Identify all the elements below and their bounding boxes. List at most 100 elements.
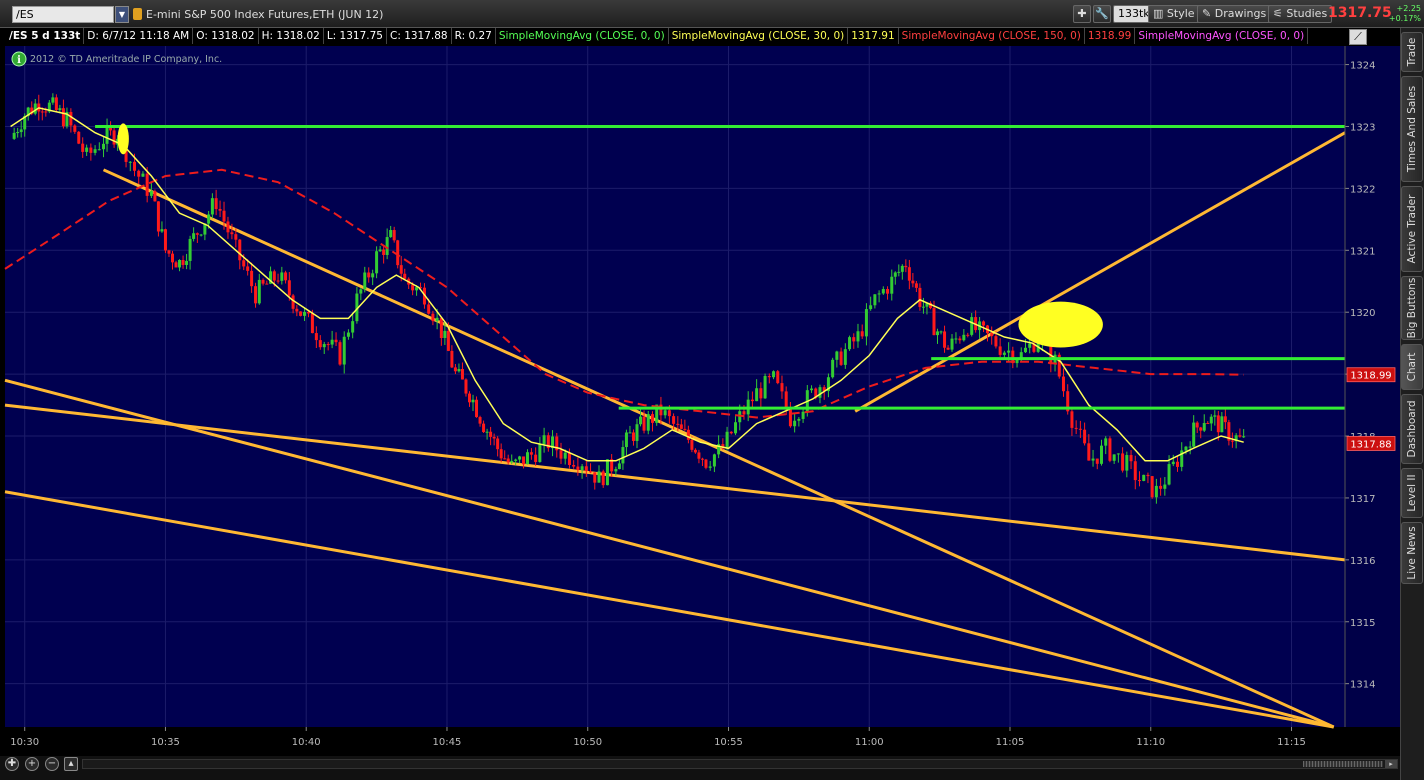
zoom-in-icon[interactable]: + — [25, 757, 39, 771]
candle-body — [614, 469, 618, 472]
drawings-button[interactable]: ✎ Drawings — [1197, 5, 1272, 23]
chart-scrollbar[interactable]: ▸ — [82, 759, 1398, 769]
candle-body — [382, 249, 386, 255]
trendline-tool-icon[interactable]: ⟋ — [1349, 29, 1367, 45]
candle-body — [693, 449, 697, 453]
candle-body — [1202, 423, 1206, 431]
scroll-right-icon[interactable]: ▸ — [1385, 760, 1397, 768]
candle-body — [1188, 446, 1192, 448]
candle-body — [1007, 350, 1011, 353]
candle-body — [663, 410, 667, 416]
candle-body — [97, 149, 101, 151]
candle-body — [226, 221, 230, 233]
candle-body — [272, 271, 276, 281]
candle-body — [375, 251, 379, 274]
candle-body — [242, 260, 246, 267]
highlight-ellipse — [117, 123, 129, 155]
tab-label: Times And Sales — [1406, 85, 1418, 173]
change-percent: +0.17% — [1388, 14, 1421, 23]
tab-times-and-sales[interactable]: Times And Sales — [1401, 76, 1423, 182]
candle-body — [218, 209, 222, 211]
candle-body — [1223, 416, 1227, 423]
candle-body — [839, 351, 843, 365]
y-tick-label: 1316 — [1350, 556, 1375, 567]
candle-body — [280, 272, 284, 281]
candle-body — [679, 424, 683, 429]
candle-body — [605, 459, 609, 486]
sma-study-3[interactable]: SimpleMovingAvg (CLOSE, 150, 0) — [899, 28, 1085, 44]
candle-body — [914, 283, 918, 288]
candle-body — [16, 132, 20, 134]
candle-body — [772, 371, 776, 378]
candle-body — [73, 125, 77, 132]
candle-body — [725, 431, 729, 449]
scroll-thumb[interactable] — [1303, 761, 1383, 767]
tab-live-news[interactable]: Live News — [1401, 522, 1423, 584]
candle-body — [617, 463, 621, 470]
aggregation-label[interactable]: /ES 5 d 133t — [6, 28, 85, 44]
candle-body — [195, 233, 199, 235]
sma-study-4[interactable]: SimpleMovingAvg (CLOSE, 0, 0) — [1135, 28, 1309, 44]
candle-body — [686, 429, 690, 440]
right-side-tabs: Trade Times And Sales Active Trader Big But… — [1400, 28, 1424, 780]
symbol-dropdown-icon[interactable]: ▼ — [115, 6, 129, 23]
candle-body — [174, 262, 178, 268]
pan-icon[interactable]: ✚ — [5, 757, 19, 771]
candle-body — [478, 417, 482, 424]
candle-body — [378, 249, 382, 252]
candle-body — [40, 111, 44, 113]
tab-dashboard[interactable]: Dashboard — [1401, 394, 1423, 464]
candle-body — [1142, 474, 1146, 481]
tab-big-buttons[interactable]: Big Buttons — [1401, 276, 1423, 340]
candle-body — [214, 198, 218, 210]
candle-body — [284, 272, 288, 281]
candle-body — [1176, 461, 1179, 467]
candle-body — [886, 289, 890, 294]
crosshair-icon[interactable]: ✚ — [1073, 5, 1091, 23]
candle-body — [534, 454, 538, 462]
candle-body — [1220, 416, 1224, 433]
studies-icon: ⚟ — [1273, 7, 1283, 20]
candle-body — [712, 454, 716, 467]
sma-study-2-value: 1317.91 — [848, 28, 899, 44]
candle-body — [1121, 453, 1125, 471]
tab-active-trader[interactable]: Active Trader — [1401, 186, 1423, 272]
wrench-icon[interactable]: 🔧 — [1093, 5, 1111, 23]
candle-body — [907, 267, 911, 281]
candle-body — [650, 414, 654, 423]
price-chart[interactable]: 1314131513161317131813191320132113221323… — [0, 0, 1400, 756]
tab-level-ii[interactable]: Level II — [1401, 468, 1423, 518]
candle-body — [450, 350, 454, 368]
candle-body — [310, 313, 314, 334]
candle-body — [81, 143, 85, 152]
candle-body — [503, 458, 507, 460]
candle-body — [831, 359, 835, 378]
candle-body — [171, 253, 174, 263]
candle-body — [128, 161, 132, 163]
candle-body — [1184, 446, 1188, 451]
candle-body — [690, 439, 694, 450]
sma-study-1[interactable]: SimpleMovingAvg (CLOSE, 0, 0) — [496, 28, 669, 44]
tab-trade[interactable]: Trade — [1401, 32, 1423, 72]
candle-body — [403, 273, 407, 279]
symbol-input[interactable] — [12, 6, 114, 23]
candle-body — [1023, 347, 1027, 353]
zoom-out-icon[interactable]: − — [45, 757, 59, 771]
settings-triangle-icon[interactable]: ▴ — [64, 757, 78, 771]
candle-body — [265, 283, 269, 285]
candle-body — [318, 340, 322, 348]
tab-chart[interactable]: Chart — [1401, 344, 1423, 390]
candle-body — [415, 287, 419, 291]
candle-body — [351, 321, 355, 333]
candle-body — [869, 305, 873, 310]
style-button[interactable]: ▥ Style — [1148, 5, 1200, 23]
candle-body — [132, 161, 136, 171]
candle-body — [19, 129, 23, 133]
sma-study-2[interactable]: SimpleMovingAvg (CLOSE, 30, 0) — [669, 28, 849, 44]
candle-body — [1116, 453, 1120, 455]
info-icon-glyph: i — [17, 55, 21, 66]
studies-button[interactable]: ⚟ Studies — [1268, 5, 1333, 23]
candle-body — [742, 411, 746, 415]
candle-body — [567, 452, 571, 465]
candle-body — [303, 311, 307, 316]
